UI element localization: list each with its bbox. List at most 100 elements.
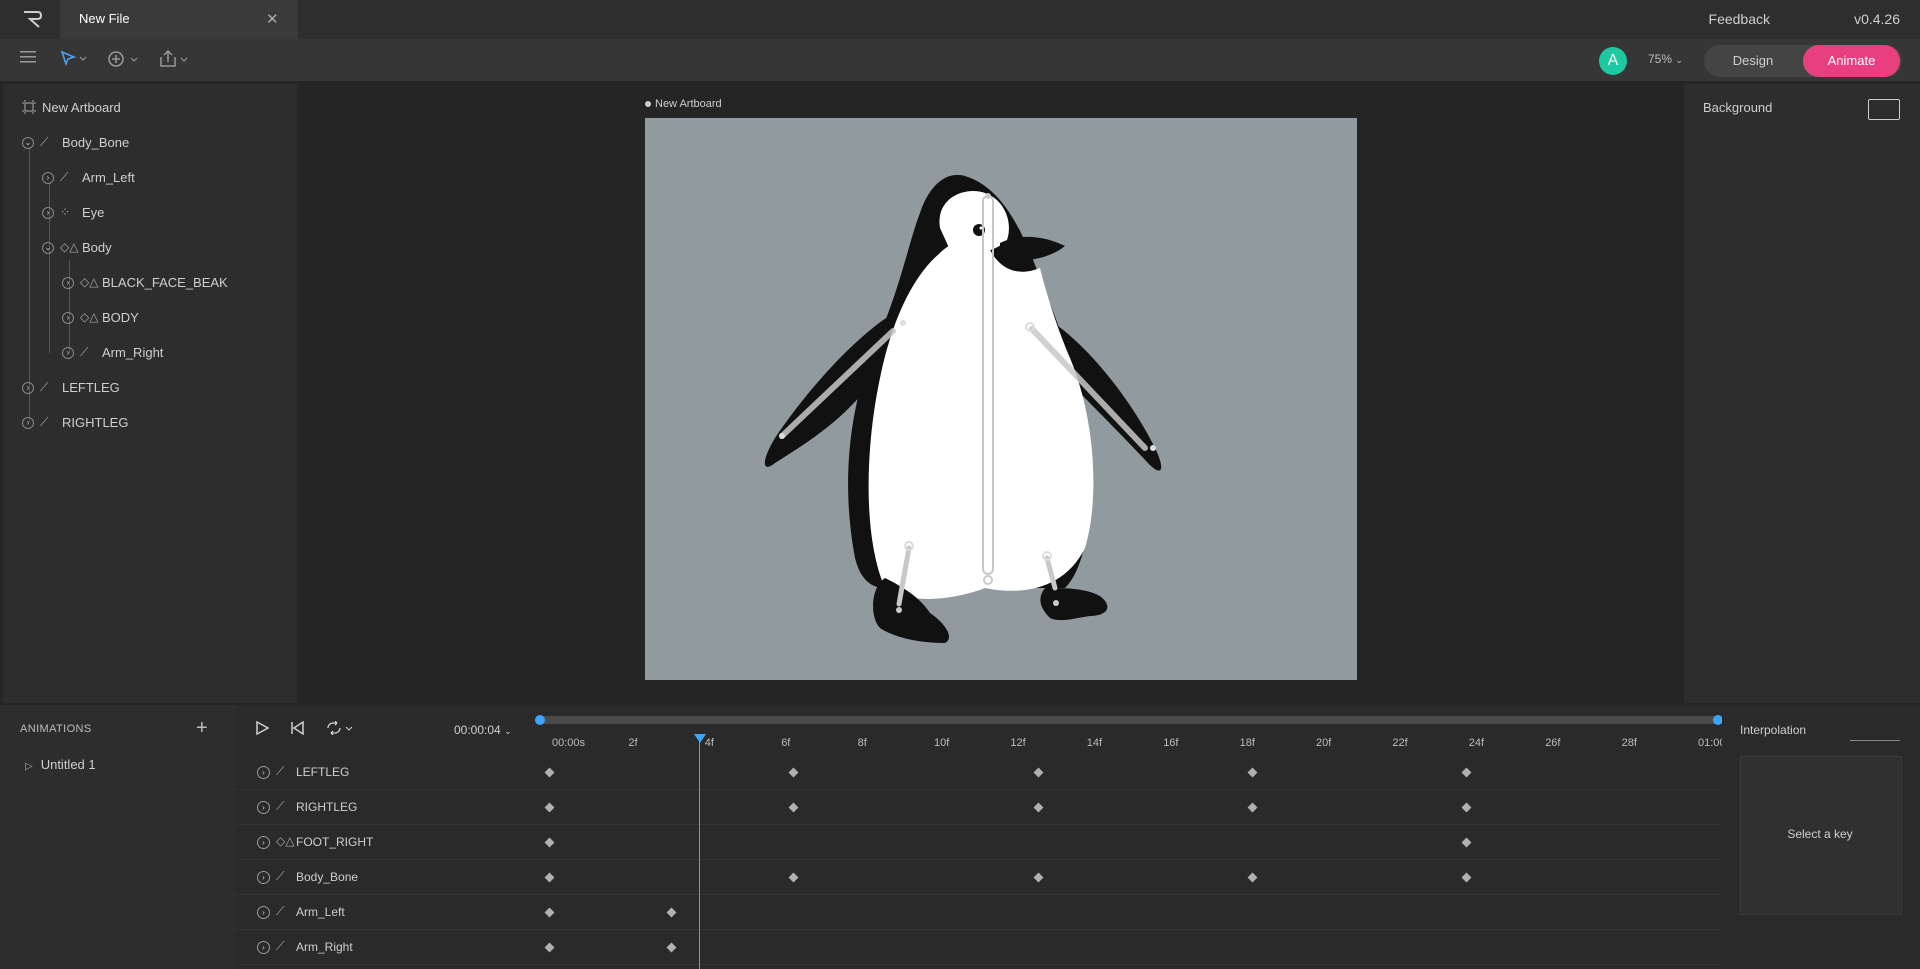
toolbar <box>0 39 1920 81</box>
bone-icon: ⟋ <box>276 869 285 883</box>
zoom-value: 75% <box>1648 52 1673 66</box>
tree-item-label[interactable]: Body_Bone <box>62 135 129 150</box>
timeline-tick-label: 18f <box>1239 737 1255 749</box>
expand-toggle-icon[interactable]: › <box>257 941 270 954</box>
design-mode-button[interactable]: Design <box>1704 45 1802 77</box>
expand-toggle-icon[interactable]: › <box>42 207 54 219</box>
interpolation-label: Interpolation <box>1740 723 1807 737</box>
tree-item-label[interactable]: Eye <box>82 205 104 220</box>
expand-toggle-icon[interactable]: › <box>22 382 34 394</box>
timeline-row[interactable] <box>236 790 1720 825</box>
bone-icon: ⟋ <box>40 135 49 149</box>
expand-toggle-icon[interactable]: › <box>62 312 74 324</box>
tree-item-label[interactable]: LEFTLEG <box>62 380 120 395</box>
shapes-icon: ◇△ <box>276 834 295 848</box>
add-animation-icon[interactable]: + <box>196 717 208 740</box>
collapse-toggle-icon[interactable]: ⌄ <box>42 242 54 254</box>
expand-toggle-icon[interactable]: › <box>42 172 54 184</box>
collapse-toggle-icon[interactable]: ⌄ <box>22 137 34 149</box>
timeline-row[interactable] <box>236 825 1720 860</box>
playhead[interactable] <box>699 736 700 969</box>
chevron-down-icon: ⌄ <box>1675 55 1683 65</box>
timeline-row-label: LEFTLEG <box>296 765 350 779</box>
shapes-icon: ◇△ <box>80 310 99 324</box>
timeline-row[interactable] <box>236 895 1720 930</box>
timeline-row[interactable] <box>236 860 1720 895</box>
tree-guide <box>69 260 70 353</box>
timeline-tick-label: 8f <box>857 737 867 749</box>
timeline-row[interactable] <box>236 930 1720 965</box>
animation-name: Untitled 1 <box>40 757 96 772</box>
expand-toggle-icon[interactable]: › <box>257 906 270 919</box>
expand-toggle-icon[interactable]: › <box>257 766 270 779</box>
tree-item-label[interactable]: Body <box>82 240 112 255</box>
version-label: v0.4.26 <box>1854 11 1900 27</box>
animation-list-item[interactable]: ▷ Untitled 1 <box>25 757 96 772</box>
expand-toggle-icon[interactable]: › <box>257 836 270 849</box>
timeline-scrollbar[interactable] <box>535 716 1720 724</box>
timeline-row-label: Body_Bone <box>296 870 359 884</box>
zoom-select[interactable]: 75% ⌄ <box>1648 52 1683 66</box>
tree-item-label[interactable]: Arm_Left <box>82 170 135 185</box>
inspector-panel <box>1684 84 1920 703</box>
tree-item-label[interactable]: Arm_Right <box>102 345 163 360</box>
bone-icon: ⟋ <box>276 799 285 813</box>
expand-toggle-icon[interactable]: › <box>257 871 270 884</box>
play-outline-icon: ▷ <box>25 761 33 772</box>
bone-icon: ⟋ <box>276 764 285 778</box>
user-avatar[interactable]: A <box>1599 47 1627 75</box>
background-color-swatch[interactable] <box>1868 99 1900 120</box>
rewind-icon[interactable] <box>290 720 306 740</box>
timeline-row-label: FOOT_RIGHT <box>296 835 374 849</box>
timeline-tick-label: 16f <box>1163 737 1179 749</box>
timeline-row[interactable] <box>236 755 1720 790</box>
scrollbar-start-handle[interactable] <box>535 715 545 725</box>
playhead-handle[interactable] <box>694 734 706 743</box>
bone-icon: ⟋ <box>40 415 49 429</box>
create-tool-icon[interactable] <box>107 50 139 70</box>
menu-icon[interactable] <box>20 50 36 70</box>
file-tab-title: New File <box>79 11 130 26</box>
rive-logo-icon[interactable] <box>20 8 44 30</box>
bone-icon: ⟋ <box>60 170 69 184</box>
artboard-label[interactable]: New Artboard <box>645 98 722 110</box>
expand-toggle-icon[interactable]: › <box>22 417 34 429</box>
tree-item-label[interactable]: RIGHTLEG <box>62 415 128 430</box>
tree-artboard-label[interactable]: New Artboard <box>42 100 121 115</box>
export-tool-icon[interactable] <box>159 49 191 70</box>
interpolation-empty-text: Select a key <box>1787 827 1853 841</box>
expand-toggle-icon[interactable]: › <box>62 277 74 289</box>
bone-icon: ⟋ <box>276 904 285 918</box>
time-value: 00:00:04 <box>454 723 501 737</box>
tree-item-label[interactable]: BODY <box>102 310 139 325</box>
artboard-icon <box>22 100 36 119</box>
timeline-row-label: Arm_Left <box>296 905 345 919</box>
bone-icon: ⟋ <box>80 345 89 359</box>
bone-icon: ⟋ <box>276 939 285 953</box>
animate-mode-button[interactable]: Animate <box>1803 45 1900 77</box>
penguin-illustration <box>764 174 1162 643</box>
shapes-icon: ◇△ <box>80 275 99 289</box>
time-readout[interactable]: 00:00:04 ⌄ <box>454 723 512 737</box>
tree-item-label[interactable]: BLACK_FACE_BEAK <box>102 275 228 290</box>
bone-icon: ⟋ <box>40 380 49 394</box>
timeline-tick-label: 00:00s <box>552 737 586 749</box>
timeline-row-label: RIGHTLEG <box>296 800 358 814</box>
feedback-link[interactable]: Feedback <box>1709 11 1770 27</box>
timeline-tick-label: 24f <box>1468 737 1485 749</box>
artboard-canvas[interactable] <box>645 118 1357 680</box>
animations-heading: ANIMATIONS <box>20 723 92 735</box>
loop-icon[interactable] <box>325 720 355 740</box>
timeline-tick-label: 6f <box>781 737 791 749</box>
close-tab-icon[interactable]: ✕ <box>266 10 279 28</box>
timeline-tick-label: 12f <box>1010 737 1026 749</box>
timeline-row-label: Arm_Right <box>296 940 353 954</box>
expand-toggle-icon[interactable]: › <box>62 347 74 359</box>
timeline-tick-label: 28f <box>1621 737 1637 749</box>
expand-toggle-icon[interactable]: › <box>257 801 270 814</box>
group-icon: ⁘ <box>60 205 71 219</box>
chevron-down-icon: ⌄ <box>504 726 512 736</box>
shapes-icon: ◇△ <box>60 240 79 254</box>
play-icon[interactable] <box>254 720 270 741</box>
select-tool-icon[interactable] <box>60 50 88 70</box>
